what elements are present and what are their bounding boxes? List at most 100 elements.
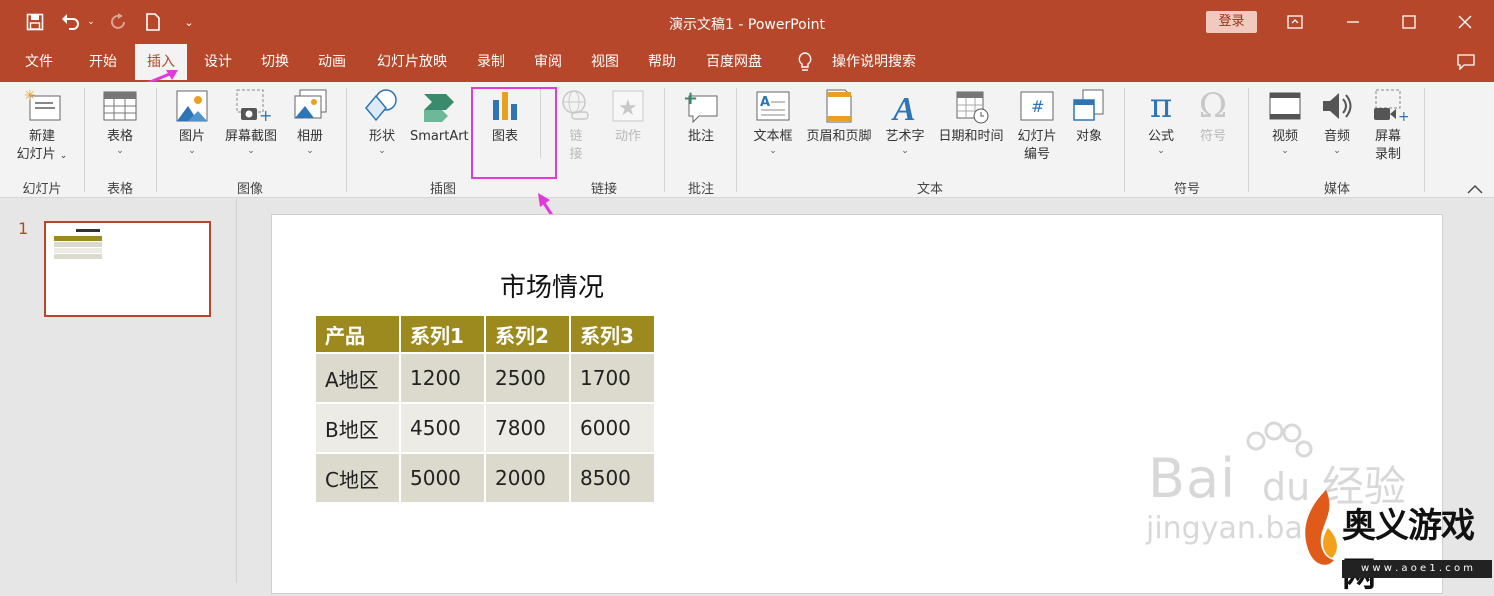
link-icon xyxy=(562,90,589,120)
picture-icon xyxy=(176,90,208,122)
tab-slideshow[interactable]: 幻灯片放映 xyxy=(366,44,458,82)
header-footer-button[interactable]: 页眉和页脚 xyxy=(800,88,878,146)
screenshot-button[interactable]: + 屏幕截图 ⌄ xyxy=(218,88,284,156)
new-slide-button[interactable]: ✳ 新建 幻灯片 ⌄ xyxy=(10,88,74,165)
action-button[interactable]: ★ 动作 xyxy=(604,88,652,146)
group-comments-label: 批注 xyxy=(687,182,714,197)
table-cell[interactable]: C地区 xyxy=(314,452,401,504)
textbox-button[interactable]: A 文本框 ⌄ xyxy=(748,88,798,156)
table-cell[interactable]: 7800 xyxy=(484,402,571,454)
screenshot-icon: + xyxy=(236,89,271,124)
table-header-cell[interactable]: 系列1 xyxy=(399,314,486,354)
smartart-icon xyxy=(424,94,454,122)
minimize-icon[interactable] xyxy=(1338,8,1368,36)
group-divider xyxy=(1124,88,1125,192)
video-button[interactable]: 视频 ⌄ xyxy=(1262,88,1308,156)
login-button[interactable]: 登录 xyxy=(1206,11,1257,33)
ribbon-display-icon[interactable] xyxy=(1280,8,1310,36)
tab-transitions[interactable]: 切换 xyxy=(249,44,301,82)
tab-record[interactable]: 录制 xyxy=(466,44,516,82)
group-text-label: 文本 xyxy=(916,182,943,197)
tab-baidu-netdisk[interactable]: 百度网盘 xyxy=(696,44,772,82)
svg-text:+: + xyxy=(1398,109,1408,124)
tab-design[interactable]: 设计 xyxy=(192,44,244,82)
ribbon-insert: ✳ 新建 幻灯片 ⌄ 幻灯片 表格 ⌄ 表格 图片 ⌄ + 屏幕截图 ⌄ 相册 ⌄ 图像… xyxy=(0,82,1494,198)
svg-text:#: # xyxy=(1031,97,1044,116)
new-slide-icon: ✳ xyxy=(24,88,61,121)
table-cell[interactable]: 1200 xyxy=(399,352,486,404)
table-cell[interactable]: 6000 xyxy=(569,402,656,454)
wordart-button[interactable]: A 艺术字 ⌄ xyxy=(880,88,930,156)
table-cell[interactable]: 4500 xyxy=(399,402,486,454)
group-slides-label: 幻灯片 xyxy=(22,182,62,197)
table-row: A地区 1200 2500 1700 xyxy=(314,352,656,404)
photo-album-button[interactable]: 相册 ⌄ xyxy=(288,88,332,156)
table-cell[interactable]: 2000 xyxy=(484,452,571,504)
textbox-icon: A xyxy=(756,91,790,121)
maximize-icon[interactable] xyxy=(1394,8,1424,36)
svg-text:A: A xyxy=(891,91,916,124)
group-divider xyxy=(1424,88,1425,192)
table-row: B地区 4500 7800 6000 xyxy=(314,402,656,454)
video-icon xyxy=(1269,92,1301,120)
group-tables-label: 表格 xyxy=(106,182,133,197)
picture-button[interactable]: 图片 ⌄ xyxy=(168,88,216,156)
slide-number-button[interactable]: # 幻灯片 编号 xyxy=(1012,88,1062,164)
data-table[interactable]: 产品 系列1 系列2 系列3 A地区 1200 2500 1700 B地区 45… xyxy=(314,314,656,504)
date-time-button[interactable]: 日期和时间 xyxy=(932,88,1010,146)
slide-number: 1 xyxy=(18,219,29,238)
table-header-cell[interactable]: 系列2 xyxy=(484,314,571,354)
tell-me-search[interactable]: 操作说明搜索 xyxy=(824,44,924,82)
tab-home[interactable]: 开始 xyxy=(76,44,130,82)
table-cell[interactable]: 5000 xyxy=(399,452,486,504)
slide-thumbnail[interactable] xyxy=(44,221,211,317)
collapse-ribbon-icon[interactable] xyxy=(1466,180,1484,194)
equation-button[interactable]: π 公式 ⌄ xyxy=(1138,88,1184,156)
thumb-table-header xyxy=(54,236,102,241)
close-icon[interactable] xyxy=(1450,8,1480,36)
group-illustrations-label: 插图 xyxy=(429,182,456,197)
table-cell[interactable]: 1700 xyxy=(569,352,656,404)
group-divider xyxy=(1248,88,1249,192)
slide-title[interactable]: 市场情况 xyxy=(492,267,612,304)
comment-button[interactable]: + 批注 xyxy=(676,88,726,146)
group-media-label: 媒体 xyxy=(1323,182,1350,197)
chart-highlight-box xyxy=(471,87,557,179)
object-button[interactable]: 对象 xyxy=(1066,88,1112,146)
table-row: C地区 5000 2000 8500 xyxy=(314,452,656,504)
flame-logo-icon xyxy=(1305,490,1337,565)
table-cell[interactable]: 8500 xyxy=(569,452,656,504)
group-links-label: 链接 xyxy=(590,182,617,197)
tab-help[interactable]: 帮助 xyxy=(636,44,688,82)
symbol-button[interactable]: Ω 符号 xyxy=(1190,88,1236,146)
table-header-cell[interactable]: 系列3 xyxy=(569,314,656,354)
link-button[interactable]: 链接 xyxy=(556,88,596,164)
comments-pane-icon[interactable] xyxy=(1452,44,1480,82)
svg-text:✳: ✳ xyxy=(24,88,36,104)
audio-button[interactable]: 音频 ⌄ xyxy=(1314,88,1360,156)
group-images-label: 图像 xyxy=(236,182,263,197)
slide-canvas[interactable]: 市场情况 产品 系列1 系列2 系列3 A地区 1200 2500 1700 B… xyxy=(271,214,1443,594)
tab-view[interactable]: 视图 xyxy=(579,44,631,82)
table-icon xyxy=(103,91,137,121)
site-logo: 奥义游戏网 w w w . a o e 1 . c o m xyxy=(1298,484,1494,595)
svg-text:★: ★ xyxy=(618,96,638,121)
tab-file[interactable]: 文件 xyxy=(12,44,66,82)
table-header-cell[interactable]: 产品 xyxy=(314,314,401,354)
table-cell[interactable]: B地区 xyxy=(314,402,401,454)
lightbulb-icon[interactable] xyxy=(794,44,816,82)
table-cell[interactable]: 2500 xyxy=(484,352,571,404)
svg-text:A: A xyxy=(760,95,770,110)
calendar-icon xyxy=(956,91,989,124)
screen-recording-button[interactable]: + 屏幕 录制 xyxy=(1364,88,1412,164)
slide-thumbnail-pane: 1 xyxy=(0,199,237,583)
smartart-button[interactable]: SmartArt xyxy=(410,88,474,146)
shapes-button[interactable]: 形状 ⌄ xyxy=(358,88,406,156)
svg-text:+: + xyxy=(259,106,271,124)
tab-review[interactable]: 审阅 xyxy=(522,44,574,82)
table-cell[interactable]: A地区 xyxy=(314,352,401,404)
tab-animations[interactable]: 动画 xyxy=(306,44,358,82)
window-title: 演示文稿1 - PowerPoint xyxy=(669,17,825,33)
action-icon: ★ xyxy=(612,90,644,122)
table-button[interactable]: 表格 ⌄ xyxy=(94,88,146,156)
